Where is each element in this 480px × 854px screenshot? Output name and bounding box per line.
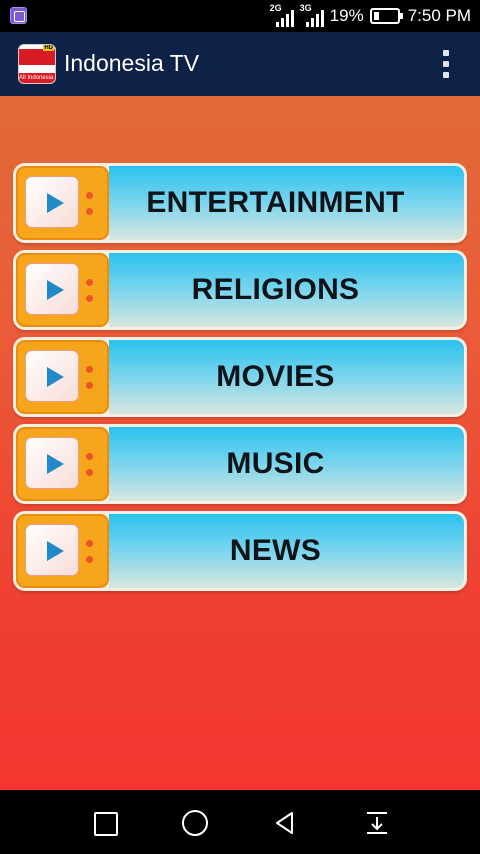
category-label: ENTERTAINMENT [146,186,405,219]
logo-caption: All Indonesia TV [19,73,55,83]
tv-play-icon [16,340,109,414]
gallery-notification-icon [10,7,27,24]
status-bar: 2G 3G 19% 7:50 PM [0,0,480,32]
category-label: MOVIES [216,360,335,393]
navigation-bar [0,790,480,854]
app-logo: HD All Indonesia TV [18,44,56,84]
clock: 7:50 PM [407,6,471,25]
category-label: RELIGIONS [191,273,360,306]
battery-icon [369,8,403,24]
app-title: Indonesia TV [64,50,200,76]
category-button-entertainment[interactable]: ENTERTAINMENT [13,163,467,243]
notification-pulldown-icon[interactable] [364,810,390,836]
tv-play-icon [16,253,109,327]
tv-play-icon [16,427,109,501]
category-button-music[interactable]: MUSIC [13,424,467,504]
category-label: NEWS [229,534,322,567]
battery-percent: 19% [329,6,364,25]
circle-home-icon[interactable] [182,810,208,836]
main-content: ENTERTAINMENT RELIGIONS MOVIES MUSIC NEW… [0,96,480,790]
overflow-menu-icon[interactable] [442,50,450,78]
tv-play-icon [16,166,109,240]
signal-3g-icon: 3G [300,3,324,27]
status-indicators: 2G 3G 19% 7:50 PM [270,0,471,32]
category-button-news[interactable]: NEWS [13,511,467,591]
signal-2g-icon: 2G [270,3,294,27]
app-bar: HD All Indonesia TV Indonesia TV [0,32,480,96]
category-button-religions[interactable]: RELIGIONS [13,250,467,330]
logo-hd-badge: HD [43,45,54,51]
category-button-movies[interactable]: MOVIES [13,337,467,417]
triangle-back-icon[interactable] [272,810,298,836]
tv-play-icon [16,514,109,588]
category-label: MUSIC [226,447,325,480]
square-recents-icon[interactable] [92,810,118,836]
